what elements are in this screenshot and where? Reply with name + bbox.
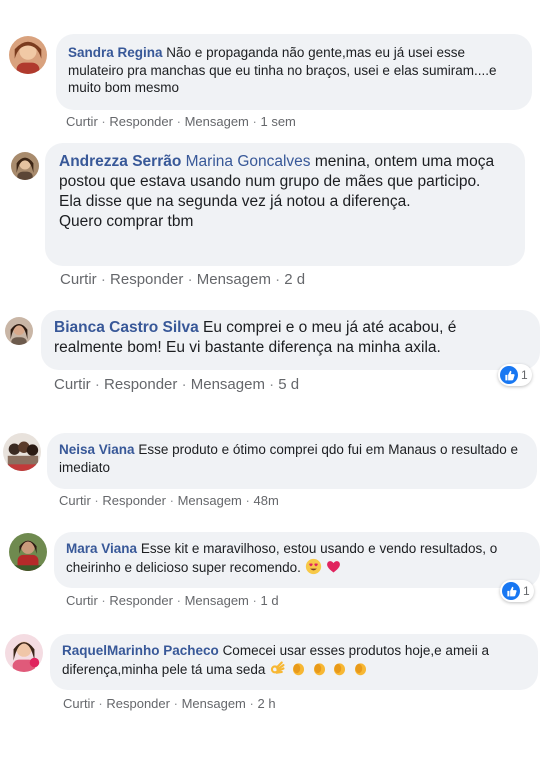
separator: · xyxy=(181,376,187,393)
comment-bubble: Andrezza Serrão Marina Goncalves menina,… xyxy=(45,143,525,266)
separator: · xyxy=(245,493,250,508)
message-button[interactable]: Mensagem xyxy=(178,493,242,508)
separator: · xyxy=(176,593,181,608)
separator: · xyxy=(252,593,257,608)
separator: · xyxy=(173,696,178,711)
heart-emoji-icon xyxy=(325,558,342,580)
avatar[interactable] xyxy=(11,152,39,180)
reply-button[interactable]: Responder xyxy=(104,376,177,393)
comment-author[interactable]: Neisa Viana xyxy=(59,442,135,457)
ok-hand-emoji-icon xyxy=(269,660,286,682)
like-button[interactable]: Curtir xyxy=(59,493,91,508)
comment-actions: Curtir · Responder · Mensagem · 1 d xyxy=(66,593,279,608)
separator: · xyxy=(187,271,193,288)
comment-timestamp[interactable]: 2 h xyxy=(257,696,275,711)
separator: · xyxy=(101,114,106,129)
separator: · xyxy=(100,271,106,288)
avatar[interactable] xyxy=(3,433,41,471)
comment-text-line: Ela disse que na segunda vez já notou a … xyxy=(59,193,411,211)
avatar[interactable] xyxy=(5,634,43,672)
clap-emoji-icon xyxy=(311,660,328,682)
reaction-count: 1 xyxy=(523,584,530,598)
separator: · xyxy=(169,493,174,508)
reply-button[interactable]: Responder xyxy=(106,696,170,711)
comment-bubble: Neisa Viana Esse produto e ótimo comprei… xyxy=(47,433,537,489)
comment-actions: Curtir · Responder · Mensagem · 48m xyxy=(59,493,279,508)
message-button[interactable]: Mensagem xyxy=(197,271,271,288)
message-button[interactable]: Mensagem xyxy=(185,114,249,129)
comment-timestamp[interactable]: 2 d xyxy=(284,271,305,288)
comment-timestamp[interactable]: 1 d xyxy=(260,593,278,608)
separator: · xyxy=(249,696,254,711)
message-button[interactable]: Mensagem xyxy=(191,376,265,393)
mention-link[interactable]: Marina Goncalves xyxy=(186,153,311,170)
separator: · xyxy=(252,114,257,129)
like-button[interactable]: Curtir xyxy=(66,593,98,608)
separator: · xyxy=(176,114,181,129)
separator: · xyxy=(94,493,99,508)
avatar[interactable] xyxy=(9,36,47,74)
reply-button[interactable]: Responder xyxy=(110,271,183,288)
like-button[interactable]: Curtir xyxy=(66,114,98,129)
reply-button[interactable]: Responder xyxy=(109,114,173,129)
message-button[interactable]: Mensagem xyxy=(182,696,246,711)
comment-timestamp[interactable]: 1 sem xyxy=(260,114,295,129)
comment-bubble: RaquelMarinho Pacheco Comecei usar esses… xyxy=(50,634,538,690)
reaction-count-badge[interactable]: 1 xyxy=(498,364,532,386)
comment-timestamp[interactable]: 48m xyxy=(253,493,278,508)
separator: · xyxy=(98,696,103,711)
separator: · xyxy=(275,271,281,288)
reply-button[interactable]: Responder xyxy=(102,493,166,508)
reaction-count: 1 xyxy=(521,368,528,382)
comment-actions: Curtir · Responder · Mensagem · 2 d xyxy=(60,271,305,288)
like-reaction-icon xyxy=(500,366,518,384)
reply-button[interactable]: Responder xyxy=(109,593,173,608)
clap-emoji-icon xyxy=(290,660,307,682)
comment-actions: Curtir · Responder · Mensagem · 2 h xyxy=(63,696,276,711)
comment-bubble: Sandra Regina Não e propaganda não gente… xyxy=(56,34,532,110)
like-reaction-icon xyxy=(502,582,520,600)
comment-text-line: Quero comprar tbm xyxy=(59,213,194,231)
comment-bubble: Bianca Castro Silva Eu comprei e o meu j… xyxy=(41,310,540,370)
message-button[interactable]: Mensagem xyxy=(185,593,249,608)
comment-author[interactable]: Andrezza Serrão xyxy=(59,153,181,170)
heart-eyes-emoji-icon xyxy=(305,558,322,580)
comment-author[interactable]: Sandra Regina xyxy=(68,45,163,60)
comment-author[interactable]: RaquelMarinho Pacheco xyxy=(62,643,219,658)
comment-bubble: Mara Viana Esse kit e maravilhoso, estou… xyxy=(54,532,540,588)
comment-actions: Curtir · Responder · Mensagem · 5 d xyxy=(54,376,299,393)
like-button[interactable]: Curtir xyxy=(54,376,91,393)
separator: · xyxy=(269,376,275,393)
comment-author[interactable]: Bianca Castro Silva xyxy=(54,319,199,336)
comment-author[interactable]: Mara Viana xyxy=(66,541,137,556)
comment-actions: Curtir · Responder · Mensagem · 1 sem xyxy=(66,114,296,129)
like-button[interactable]: Curtir xyxy=(63,696,95,711)
like-button[interactable]: Curtir xyxy=(60,271,97,288)
avatar[interactable] xyxy=(9,533,47,571)
separator: · xyxy=(101,593,106,608)
clap-emoji-icon xyxy=(331,660,348,682)
separator: · xyxy=(94,376,100,393)
avatar[interactable] xyxy=(5,317,33,345)
clap-emoji-icon xyxy=(352,660,369,682)
comment-timestamp[interactable]: 5 d xyxy=(278,376,299,393)
reaction-count-badge[interactable]: 1 xyxy=(500,580,534,602)
